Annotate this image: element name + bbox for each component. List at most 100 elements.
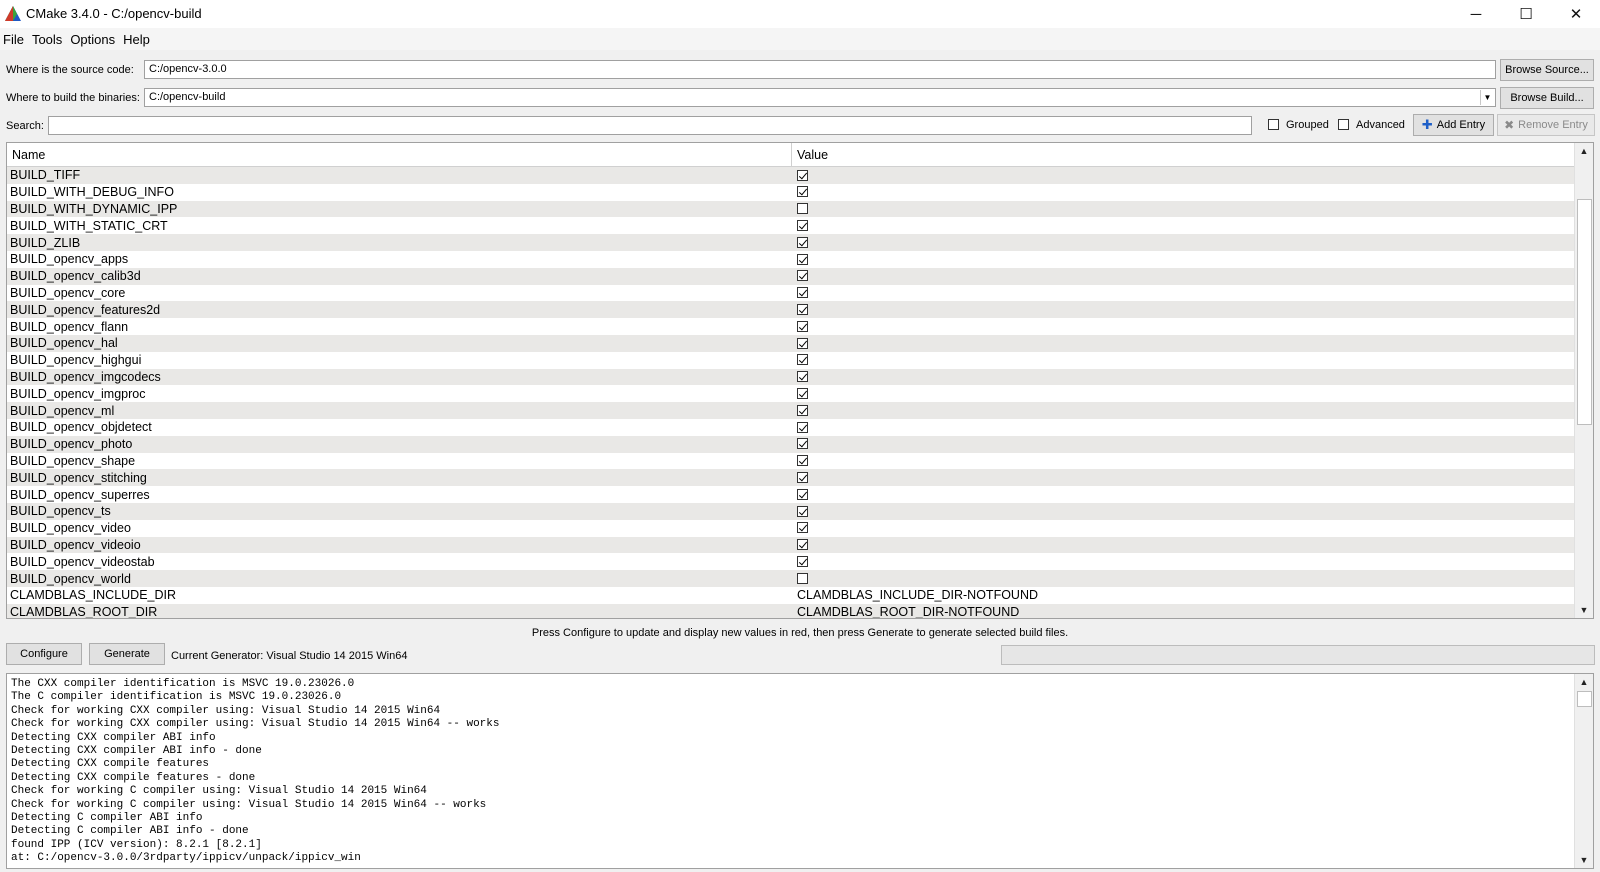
entry-checkbox[interactable]: [797, 522, 808, 534]
entry-value-cell[interactable]: [797, 504, 808, 518]
advanced-checkbox[interactable]: [1338, 119, 1349, 130]
source-path-input[interactable]: C:/opencv-3.0.0: [144, 60, 1496, 79]
table-scroll-thumb[interactable]: [1577, 199, 1592, 425]
table-row[interactable]: CLAMDBLAS_ROOT_DIR CLAMDBLAS_ROOT_DIR-NOT…: [7, 603, 1575, 618]
scroll-down-icon[interactable]: ▼: [1575, 602, 1593, 618]
table-row[interactable]: BUILD_opencv_objdetect: [7, 419, 1575, 436]
entry-checkbox[interactable]: [797, 371, 808, 383]
dropdown-arrow-icon[interactable]: ▼: [1480, 90, 1494, 105]
table-row[interactable]: BUILD_opencv_calib3d: [7, 267, 1575, 285]
table-row[interactable]: BUILD_opencv_features2d: [7, 301, 1575, 319]
entry-value-cell[interactable]: [797, 555, 808, 569]
table-row[interactable]: BUILD_opencv_hal: [7, 334, 1575, 352]
table-row[interactable]: CLAMDBLAS_INCLUDE_DIR CLAMDBLAS_INCLUDE_D…: [7, 587, 1575, 604]
output-scroll-thumb[interactable]: [1577, 691, 1592, 707]
entry-value-cell[interactable]: [797, 387, 808, 401]
entry-value-cell[interactable]: [797, 202, 808, 216]
grouped-checkbox[interactable]: [1268, 119, 1279, 130]
entry-value-cell[interactable]: [797, 454, 808, 468]
entry-value-cell[interactable]: [797, 303, 808, 317]
entry-checkbox[interactable]: [797, 253, 808, 265]
entry-checkbox[interactable]: [797, 421, 808, 433]
table-row[interactable]: BUILD_opencv_imgcodecs: [7, 368, 1575, 386]
table-row[interactable]: BUILD_opencv_shape: [7, 453, 1575, 470]
table-row[interactable]: BUILD_opencv_flann: [7, 318, 1575, 335]
maximize-button[interactable]: ☐: [1502, 0, 1550, 28]
entry-checkbox[interactable]: [797, 488, 808, 500]
table-row[interactable]: BUILD_WITH_DYNAMIC_IPP: [7, 200, 1575, 218]
entry-checkbox[interactable]: [797, 169, 808, 181]
entry-value-cell[interactable]: [797, 336, 808, 350]
entry-checkbox[interactable]: [797, 539, 808, 551]
cache-table[interactable]: Name Value BUILD_TIFF BUILD_WITH_DEBUG_IN…: [6, 142, 1594, 619]
entry-value-cell[interactable]: [797, 471, 808, 485]
entry-value-cell[interactable]: [797, 219, 808, 233]
remove-entry-button[interactable]: ✖ Remove Entry: [1497, 114, 1595, 136]
add-entry-button[interactable]: ✚ Add Entry: [1413, 114, 1494, 136]
menu-options[interactable]: Options: [70, 32, 120, 47]
search-input[interactable]: [48, 116, 1252, 135]
entry-checkbox[interactable]: [797, 354, 808, 366]
table-row[interactable]: BUILD_opencv_videoio: [7, 536, 1575, 554]
entry-checkbox[interactable]: [797, 287, 808, 299]
entry-value-cell[interactable]: [797, 286, 808, 300]
table-row[interactable]: BUILD_opencv_highgui: [7, 352, 1575, 369]
table-row[interactable]: BUILD_WITH_DEBUG_INFO: [7, 184, 1575, 201]
entry-checkbox[interactable]: [797, 186, 808, 198]
entry-checkbox[interactable]: [797, 219, 808, 231]
entry-value-cell[interactable]: [797, 353, 808, 367]
build-path-combobox[interactable]: C:/opencv-build ▼: [144, 88, 1496, 107]
entry-checkbox[interactable]: [797, 320, 808, 332]
column-header-name[interactable]: Name: [7, 143, 792, 167]
browse-source-button[interactable]: Browse Source...: [1500, 59, 1594, 81]
entry-value-cell[interactable]: [797, 168, 808, 182]
entry-checkbox[interactable]: [797, 572, 808, 584]
entry-value-cell[interactable]: [797, 488, 808, 502]
table-row[interactable]: BUILD_opencv_world: [7, 570, 1575, 587]
entry-value[interactable]: CLAMDBLAS_ROOT_DIR-NOTFOUND: [797, 605, 1019, 618]
entry-checkbox[interactable]: [797, 455, 808, 467]
menu-file[interactable]: File: [3, 32, 29, 47]
menu-help[interactable]: Help: [123, 32, 155, 47]
table-row[interactable]: BUILD_ZLIB: [7, 234, 1575, 251]
scroll-up-icon[interactable]: ▲: [1575, 143, 1593, 159]
configure-button[interactable]: Configure: [6, 643, 82, 665]
entry-checkbox[interactable]: [797, 555, 808, 567]
entry-checkbox[interactable]: [797, 270, 808, 282]
entry-value-cell[interactable]: [797, 521, 808, 535]
entry-value-cell[interactable]: [797, 420, 808, 434]
entry-value-cell[interactable]: [797, 370, 808, 384]
table-row[interactable]: BUILD_opencv_imgproc: [7, 385, 1575, 402]
entry-value-cell[interactable]: [797, 185, 808, 199]
entry-checkbox[interactable]: [797, 337, 808, 349]
table-row[interactable]: BUILD_opencv_videostab: [7, 553, 1575, 570]
entry-checkbox[interactable]: [797, 471, 808, 483]
entry-value-cell[interactable]: [797, 437, 808, 451]
table-scrollbar[interactable]: ▲ ▼: [1574, 143, 1593, 618]
table-row[interactable]: BUILD_opencv_superres: [7, 486, 1575, 503]
output-scrollbar[interactable]: ▲ ▼: [1574, 674, 1593, 868]
table-row[interactable]: BUILD_opencv_photo: [7, 435, 1575, 453]
table-row[interactable]: BUILD_TIFF: [7, 167, 1575, 184]
table-row[interactable]: BUILD_opencv_stitching: [7, 469, 1575, 487]
entry-value-cell[interactable]: [797, 320, 808, 334]
menu-tools[interactable]: Tools: [32, 32, 67, 47]
table-row[interactable]: BUILD_opencv_ts: [7, 502, 1575, 520]
entry-value[interactable]: CLAMDBLAS_INCLUDE_DIR-NOTFOUND: [797, 588, 1038, 602]
entry-checkbox[interactable]: [797, 203, 808, 215]
table-row[interactable]: BUILD_opencv_core: [7, 285, 1575, 302]
entry-value-cell[interactable]: [797, 252, 808, 266]
output-scroll-up-icon[interactable]: ▲: [1575, 674, 1593, 690]
entry-value-cell[interactable]: [797, 236, 808, 250]
column-header-value[interactable]: Value: [792, 143, 1575, 167]
entry-checkbox[interactable]: [797, 505, 808, 517]
table-row[interactable]: BUILD_WITH_STATIC_CRT: [7, 217, 1575, 234]
entry-value-cell[interactable]: [797, 572, 808, 586]
entry-value-cell[interactable]: [797, 404, 808, 418]
output-log[interactable]: The CXX compiler identification is MSVC …: [6, 673, 1594, 869]
table-row[interactable]: BUILD_opencv_apps: [7, 251, 1575, 268]
table-row[interactable]: BUILD_opencv_video: [7, 520, 1575, 537]
entry-checkbox[interactable]: [797, 404, 808, 416]
entry-checkbox[interactable]: [797, 387, 808, 399]
entry-checkbox[interactable]: [797, 438, 808, 450]
